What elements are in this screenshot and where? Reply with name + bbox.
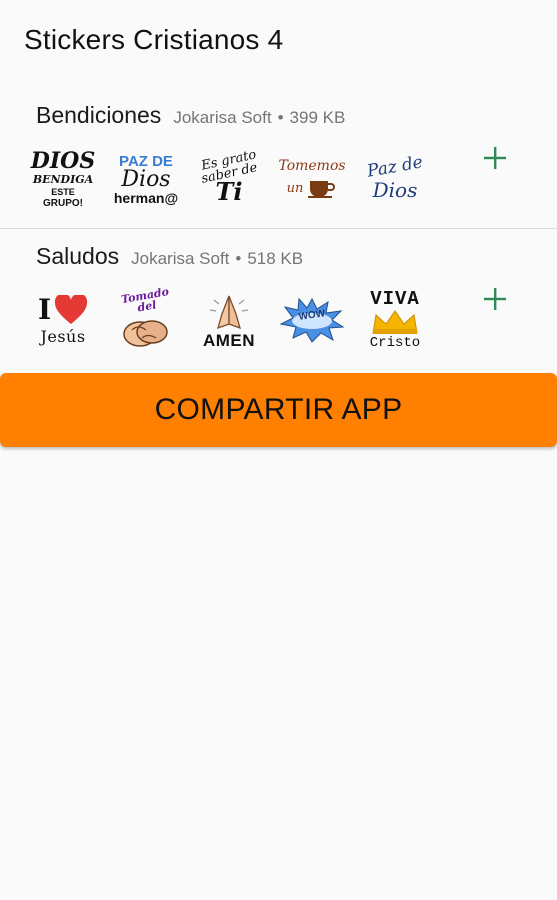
i-love-jesus-sticker: I Jesús <box>30 287 96 353</box>
add-pack-button[interactable] <box>479 283 511 315</box>
sticker-text: Dios <box>372 177 418 202</box>
starburst-sticker: WOW <box>279 287 345 353</box>
pack-header: Bendiciones Jokarisa Soft • 399 KB <box>36 102 345 129</box>
app-title: Stickers Cristianos 4 <box>24 24 284 55</box>
sticker-pack-bendiciones[interactable]: Bendiciones Jokarisa Soft • 399 KB DIOS … <box>0 88 557 229</box>
tomado-del-brazo-sticker: Tomado del brazo <box>113 287 179 353</box>
sticker-text: BENDIGA <box>32 172 94 186</box>
sticker-text: un <box>286 180 304 196</box>
sticker-text: Jesús <box>40 327 86 346</box>
paz-de-dios-hermano-sticker: PAZ DE Dios herman@ <box>113 146 179 212</box>
crown-icon <box>372 310 418 334</box>
sticker-pack-saludos[interactable]: Saludos Jokarisa Soft • 518 KB I Jesús T… <box>0 229 557 373</box>
sticker-text: DIOS <box>30 147 96 174</box>
dios-bendiga-sticker: DIOS BENDIGA ESTE GRUPO! <box>30 146 96 212</box>
pack-header: Saludos Jokarisa Soft • 518 KB <box>36 243 303 270</box>
pack-name: Bendiciones <box>36 102 162 128</box>
sticker-text: ESTE <box>51 186 75 197</box>
sticker-text: AMEN <box>202 330 256 350</box>
clasped-hands-icon <box>123 320 168 347</box>
coffee-cup-icon <box>308 181 336 198</box>
pack-name: Saludos <box>36 243 120 269</box>
sticker-text: Ti <box>215 177 243 206</box>
add-pack-button[interactable] <box>479 142 511 174</box>
heart-icon <box>54 295 88 324</box>
share-app-button[interactable]: COMPARTIR APP <box>0 373 557 447</box>
sticker-text: Cristo <box>369 335 421 351</box>
viva-cristo-crown-sticker: VIVA Cristo <box>362 287 428 353</box>
sticker-text: herman@ <box>113 189 179 206</box>
praying-hands-icon <box>209 295 249 329</box>
sticker-text: Dios <box>121 166 171 192</box>
sticker-preview-row: I Jesús Tomado del brazo <box>30 287 428 353</box>
plus-icon <box>484 147 506 169</box>
amen-praying-hands-sticker: AMEN <box>196 287 262 353</box>
pack-publisher: Jokarisa Soft <box>173 108 272 127</box>
es-grato-saber-de-ti-sticker: Es grato saber de Ti <box>196 146 262 212</box>
pack-publisher: Jokarisa Soft <box>131 249 230 268</box>
sticker-text: Paz de <box>365 151 425 182</box>
sticker-text: Tomemos <box>279 158 345 174</box>
meta-separator: • <box>235 249 242 268</box>
pack-size: 518 KB <box>247 249 304 268</box>
pack-size: 399 KB <box>289 108 346 127</box>
sticker-text: GRUPO! <box>43 197 83 209</box>
sticker-text: I <box>37 293 52 326</box>
paz-de-dios-script-sticker: Paz de Dios <box>362 146 428 212</box>
sticker-preview-row: DIOS BENDIGA ESTE GRUPO! PAZ DE Dios her… <box>30 146 428 212</box>
sticker-text: VIVA <box>370 288 420 310</box>
meta-separator: • <box>277 108 284 127</box>
tomemos-un-cafe-sticker: Tomemos un <box>279 146 345 212</box>
plus-icon <box>484 288 506 310</box>
